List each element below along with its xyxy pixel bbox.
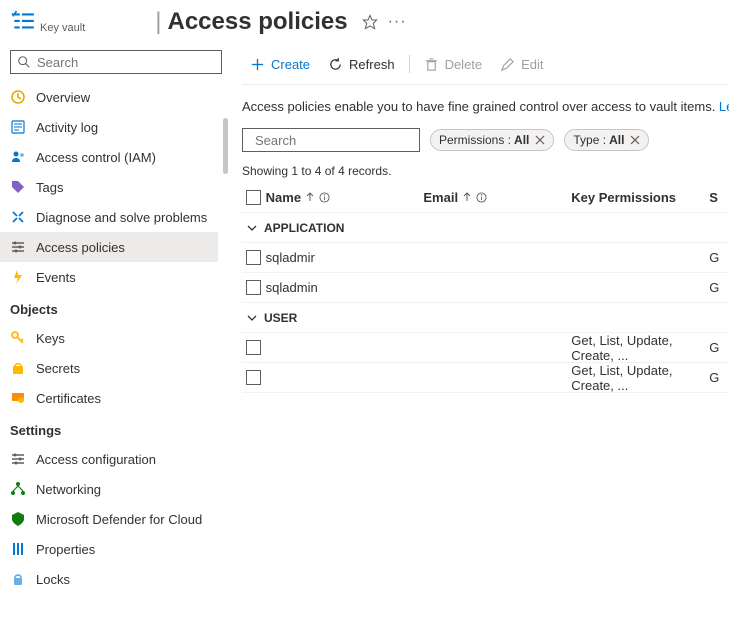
table-row[interactable]: sqladmir G — [242, 243, 729, 273]
accessconfig-icon — [10, 451, 26, 467]
cell-s: G — [709, 250, 729, 265]
table-row[interactable]: sqladmin G — [242, 273, 729, 303]
cell-name: sqladmin — [266, 280, 424, 295]
tags-icon — [10, 179, 26, 195]
overview-icon — [10, 89, 26, 105]
col-header-email[interactable]: Email — [423, 190, 571, 205]
filter-type[interactable]: Type : All — [564, 129, 649, 151]
accesspolicies-icon — [10, 239, 26, 255]
keyvault-icon — [10, 9, 36, 35]
cell-s: G — [709, 340, 729, 355]
filter-permissions[interactable]: Permissions : All — [430, 129, 554, 151]
learn-more-link[interactable]: Learn more — [719, 99, 729, 114]
sort-up-icon — [305, 192, 315, 202]
policies-table: Name Email Key Permissions S APPLICATION… — [242, 182, 729, 393]
col-header-s[interactable]: S — [709, 190, 729, 205]
command-divider — [409, 55, 410, 73]
sidebar-item-defender[interactable]: Microsoft Defender for Cloud — [0, 504, 218, 534]
row-checkbox[interactable] — [246, 370, 261, 385]
sidebar-search[interactable] — [10, 50, 222, 74]
close-icon[interactable] — [535, 135, 545, 145]
sidebar-item-activitylog[interactable]: Activity log — [0, 112, 218, 142]
sidebar-item-events[interactable]: Events — [0, 262, 218, 292]
create-button[interactable]: Create — [242, 48, 318, 80]
sidebar-item-diagnose[interactable]: Diagnose and solve problems — [0, 202, 218, 232]
properties-icon — [10, 541, 26, 557]
table-search-input[interactable] — [253, 132, 433, 149]
col-header-name[interactable]: Name — [266, 190, 424, 205]
info-icon — [319, 192, 330, 203]
group-label: USER — [264, 311, 297, 325]
delete-button: Delete — [416, 48, 491, 80]
edit-button: Edit — [492, 48, 551, 80]
col-header-keyperm[interactable]: Key Permissions — [571, 190, 709, 205]
group-row[interactable]: USER — [242, 303, 729, 333]
sidebar-search-input[interactable] — [35, 54, 215, 71]
chevron-down-icon — [246, 222, 258, 234]
cell-s: G — [709, 370, 729, 385]
row-checkbox[interactable] — [246, 280, 261, 295]
breadcrumb: Key vault — [40, 22, 85, 36]
locks-icon — [10, 571, 26, 587]
activitylog-icon — [10, 119, 26, 135]
favorite-star-icon[interactable] — [362, 14, 378, 30]
sidebar-item-iam[interactable]: Access control (IAM) — [0, 142, 218, 172]
sidebar-item-accessconfig[interactable]: Access configuration — [0, 444, 218, 474]
row-checkbox[interactable] — [246, 340, 261, 355]
table-search[interactable] — [242, 128, 420, 152]
cell-keyperm: Get, List, Update, Create, ... — [571, 333, 709, 363]
diagnose-icon — [10, 209, 26, 225]
secrets-icon — [10, 360, 26, 376]
sort-up-icon — [462, 192, 472, 202]
table-row[interactable]: Get, List, Update, Create, ...G — [242, 333, 729, 363]
more-menu-icon[interactable]: ··· — [388, 13, 407, 31]
records-count: Showing 1 to 4 of 4 records. — [242, 164, 729, 178]
select-all-checkbox[interactable] — [246, 190, 261, 205]
keys-icon — [10, 330, 26, 346]
sidebar-section-objects: Objects — [0, 292, 218, 323]
chevron-down-icon — [246, 312, 258, 324]
info-icon — [476, 192, 487, 203]
sidebar-item-certificates[interactable]: Certificates — [0, 383, 218, 413]
command-bar: Create Refresh Delete Edit — [242, 44, 729, 84]
sidebar-item-properties[interactable]: Properties — [0, 534, 218, 564]
sidebar-section-settings: Settings — [0, 413, 218, 444]
title-separator: | — [155, 8, 161, 36]
sidebar-item-keys[interactable]: Keys — [0, 323, 218, 353]
cell-name: sqladmir — [266, 250, 424, 265]
group-row[interactable]: APPLICATION — [242, 213, 729, 243]
row-checkbox[interactable] — [246, 250, 261, 265]
table-row[interactable]: Get, List, Update, Create, ...G — [242, 363, 729, 393]
refresh-button[interactable]: Refresh — [320, 48, 403, 80]
page-title: Access policies — [167, 8, 347, 36]
defender-icon — [10, 511, 26, 527]
sidebar-item-accesspolicies[interactable]: Access policies — [0, 232, 218, 262]
sidebar-item-secrets[interactable]: Secrets — [0, 353, 218, 383]
close-icon[interactable] — [630, 135, 640, 145]
networking-icon — [10, 481, 26, 497]
cell-s: G — [709, 280, 729, 295]
events-icon — [10, 269, 26, 285]
group-label: APPLICATION — [264, 221, 344, 235]
cell-keyperm: Get, List, Update, Create, ... — [571, 363, 709, 393]
sidebar-item-tags[interactable]: Tags — [0, 172, 218, 202]
sidebar-item-locks[interactable]: Locks — [0, 564, 218, 594]
iam-icon — [10, 149, 26, 165]
description: Access policies enable you to have fine … — [242, 99, 729, 114]
certificates-icon — [10, 390, 26, 406]
sidebar-item-overview[interactable]: Overview — [0, 82, 218, 112]
sidebar-item-networking[interactable]: Networking — [0, 474, 218, 504]
sidebar: Overview Activity log Access control (IA… — [0, 44, 218, 639]
